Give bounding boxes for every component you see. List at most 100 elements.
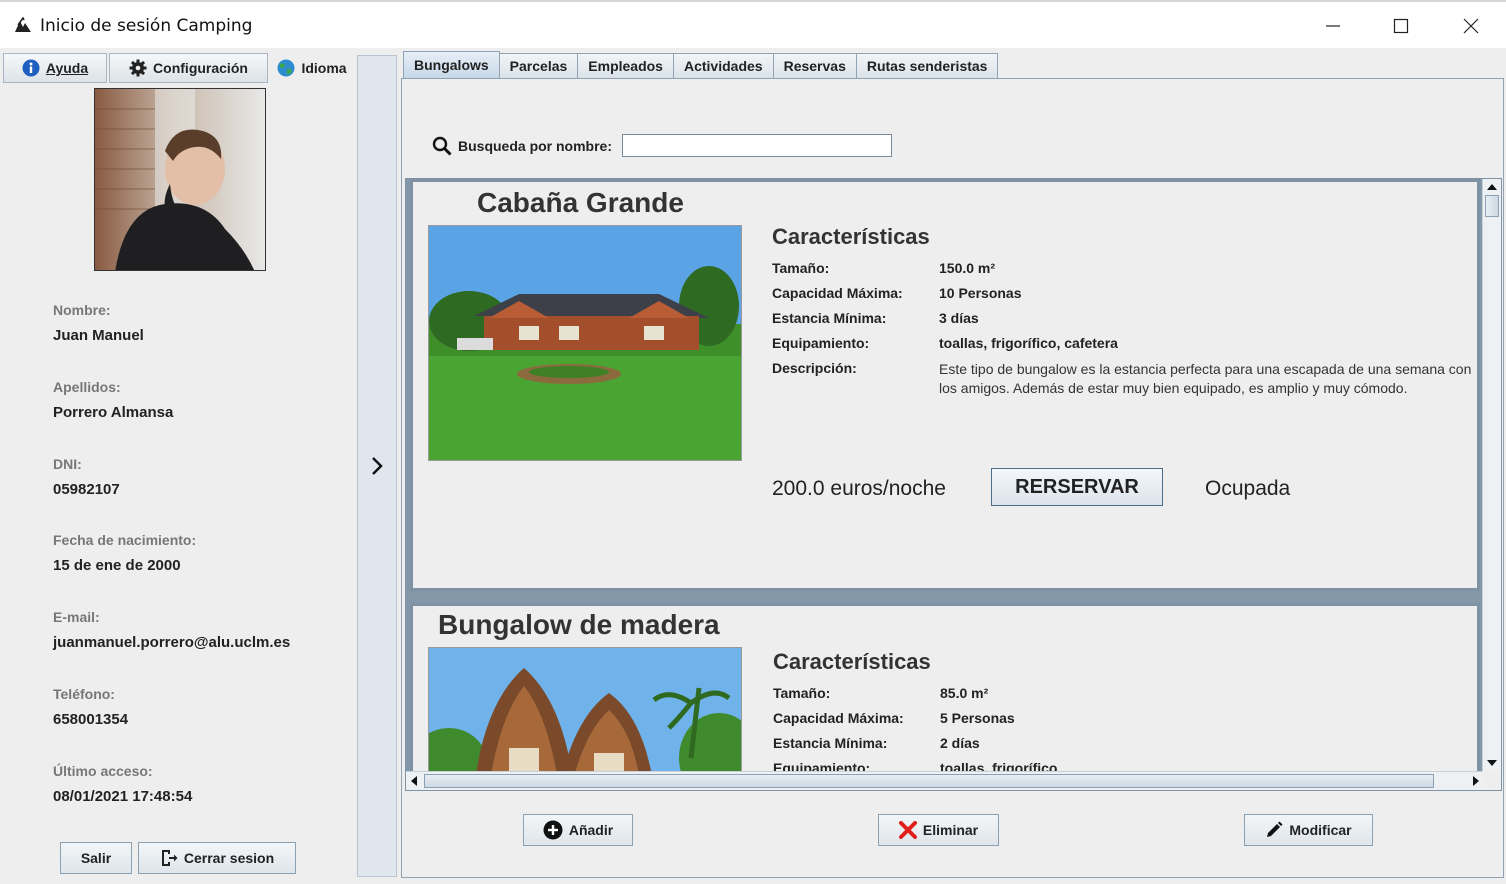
scroll-up-icon[interactable] [1487, 183, 1497, 191]
bungalow-card: Bungalow de madera Características Tamañ… [410, 603, 1480, 790]
scroll-right-icon[interactable] [1472, 776, 1480, 786]
bungalow-card: Cabaña Grande Características Tamaño: 15… [410, 179, 1480, 591]
capacity-value: 5 Personas [940, 710, 1015, 726]
config-label: Configuración [153, 60, 248, 76]
modify-button[interactable]: Modificar [1244, 814, 1373, 846]
tab-rutas-senderistas[interactable]: Rutas senderistas [855, 53, 999, 78]
horizontal-scroll-thumb[interactable] [424, 774, 1434, 788]
bungalow-name: Cabaña Grande [477, 187, 684, 218]
scroll-down-icon[interactable] [1487, 759, 1497, 767]
help-button[interactable]: Ayuda [3, 53, 107, 83]
search-row: Busqueda por nombre: [432, 134, 893, 157]
capacity-label: Capacidad Máxima: [772, 285, 903, 301]
min-stay-label: Estancia Mínima: [772, 310, 887, 326]
email-label: E-mail: [53, 609, 100, 625]
tab-bungalows-label: Bungalows [414, 57, 489, 73]
min-stay-value: 3 días [939, 310, 979, 326]
tab-reservas[interactable]: Reservas [772, 53, 857, 78]
tab-rutas-label: Rutas senderistas [866, 58, 988, 74]
tab-actividades-label: Actividades [683, 58, 763, 74]
add-button[interactable]: Añadir [523, 814, 633, 846]
tab-empleados-label: Empleados [588, 58, 663, 74]
plus-circle-icon [543, 820, 563, 840]
delete-label: Eliminar [922, 822, 979, 838]
help-label: Ayuda [45, 60, 89, 76]
last-access-value: 08/01/2021 17:48:54 [53, 788, 193, 805]
tab-bungalows[interactable]: Bungalows [403, 51, 500, 78]
surname-label: Apellidos: [53, 379, 121, 395]
app-icon [15, 17, 31, 32]
bungalows-panel: Busqueda por nombre: Cabaña Grande Carac… [401, 78, 1504, 878]
size-label: Tamaño: [772, 260, 830, 276]
globe-icon [277, 59, 295, 77]
scroll-left-icon[interactable] [410, 776, 418, 786]
price-label: 200.0 euros/noche [772, 477, 946, 500]
search-icon [432, 136, 452, 156]
bungalow-list: Cabaña Grande Características Tamaño: 15… [405, 178, 1502, 791]
name-label: Nombre: [53, 302, 111, 318]
status-label: Ocupada [1205, 477, 1291, 500]
equipment-label: Equipamiento: [772, 335, 870, 351]
description-value: Este tipo de bungalow es la estancia per… [939, 361, 1472, 396]
bungalow-image [428, 225, 742, 461]
tab-parcelas[interactable]: Parcelas [498, 53, 579, 78]
language-button[interactable]: Idioma [270, 53, 354, 83]
main-tabs: Bungalows Parcelas Empleados Actividades… [403, 51, 999, 78]
features-title: Características [773, 649, 931, 674]
info-icon [22, 59, 40, 77]
maximize-icon [1393, 18, 1409, 34]
bungalow-image [428, 647, 742, 787]
gear-icon [129, 59, 147, 77]
logout-label: Cerrar sesion [183, 850, 275, 866]
size-value: 85.0 m² [940, 685, 989, 701]
birth-date-label: Fecha de nacimiento: [53, 532, 197, 548]
sidebar-toggle[interactable] [357, 55, 397, 877]
minimize-button[interactable] [1310, 10, 1356, 42]
search-input[interactable] [622, 134, 893, 157]
name-value: Juan Manuel [53, 327, 144, 344]
exit-label: Salir [80, 850, 112, 866]
vertical-scroll-thumb[interactable] [1485, 195, 1499, 217]
min-stay-value: 2 días [940, 735, 980, 751]
description-label: Descripción: [772, 360, 857, 376]
min-stay-label: Estancia Mínima: [773, 735, 888, 751]
phone-value: 658001354 [53, 711, 129, 728]
scroll-corner [1482, 771, 1501, 790]
language-label: Idioma [301, 60, 347, 76]
last-access-label: Último acceso: [53, 763, 153, 779]
bungalow-name: Bungalow de madera [438, 609, 720, 640]
tab-empleados[interactable]: Empleados [577, 53, 674, 78]
config-button[interactable]: Configuración [109, 53, 268, 83]
logout-button[interactable]: Cerrar sesion [138, 842, 296, 874]
vertical-scrollbar[interactable] [1482, 179, 1501, 771]
tab-reservas-label: Reservas [783, 58, 846, 74]
add-label: Añadir [568, 822, 614, 838]
email-value: juanmanuel.porrero@alu.uclm.es [53, 634, 291, 651]
delete-x-icon [898, 821, 917, 839]
search-label: Busqueda por nombre: [458, 137, 613, 154]
logout-icon [161, 850, 178, 866]
horizontal-scrollbar[interactable] [406, 771, 1484, 790]
size-value: 150.0 m² [939, 260, 996, 276]
modify-label: Modificar [1289, 822, 1352, 838]
birth-date-value: 15 de ene de 2000 [53, 557, 181, 574]
equipment-value: toallas, frigorífico, cafetera [939, 335, 1118, 351]
reserve-label: RERSERVAR [1015, 475, 1139, 498]
chevron-right-icon [372, 457, 383, 475]
exit-button[interactable]: Salir [60, 842, 132, 874]
close-button[interactable] [1448, 10, 1494, 42]
minimize-icon [1326, 25, 1340, 27]
reserve-button[interactable]: RERSERVAR [991, 468, 1163, 506]
user-avatar [94, 88, 266, 271]
phone-label: Teléfono: [53, 686, 115, 702]
maximize-button[interactable] [1378, 10, 1424, 42]
dni-value: 05982107 [53, 481, 120, 498]
surname-value: Porrero Almansa [53, 404, 174, 421]
tab-actividades[interactable]: Actividades [672, 53, 774, 78]
delete-button[interactable]: Eliminar [878, 814, 999, 846]
features-title: Características [772, 224, 930, 249]
user-sidebar: Ayuda Configuración Idioma Nombre: Juan … [0, 48, 356, 884]
capacity-value: 10 Personas [939, 285, 1022, 301]
capacity-label: Capacidad Máxima: [773, 710, 904, 726]
title-bar: Inicio de sesión Camping [0, 0, 1506, 48]
